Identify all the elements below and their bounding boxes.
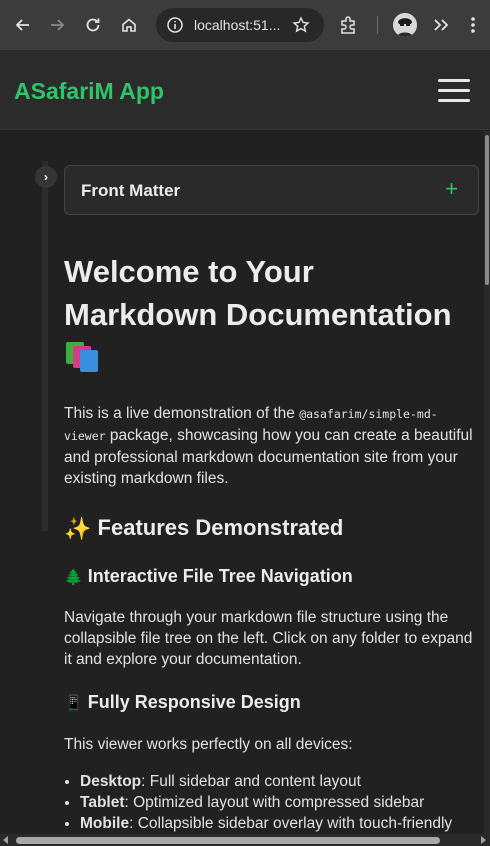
menu-kebab-icon[interactable] bbox=[462, 14, 484, 36]
bookmark-star-icon[interactable] bbox=[292, 16, 310, 34]
extensions-icon[interactable] bbox=[338, 14, 360, 36]
address-bar[interactable]: localhost:51... bbox=[156, 8, 324, 42]
vertical-scrollbar-thumb[interactable] bbox=[485, 135, 489, 285]
mobile-phone-icon: 📱 bbox=[64, 695, 83, 713]
home-icon[interactable] bbox=[112, 8, 146, 42]
scroll-left-arrow-icon[interactable] bbox=[3, 836, 8, 844]
forward-icon[interactable] bbox=[40, 8, 74, 42]
site-info-icon[interactable] bbox=[166, 16, 184, 34]
page-title: Welcome to Your Markdown Documentation bbox=[64, 250, 474, 383]
sidebar-toggle-button[interactable]: › bbox=[35, 166, 57, 188]
scroll-right-arrow-icon[interactable] bbox=[481, 836, 486, 844]
reload-icon[interactable] bbox=[76, 8, 110, 42]
books-emoji-icon bbox=[64, 342, 98, 372]
responsive-paragraph: This viewer works perfectly on all devic… bbox=[64, 736, 353, 754]
more-tools-icon[interactable] bbox=[430, 14, 452, 36]
sparkles-icon: ✨ bbox=[64, 516, 92, 542]
evergreen-tree-icon: 🌲 bbox=[64, 569, 83, 587]
features-heading: ✨ Features Demonstrated bbox=[64, 515, 344, 542]
responsive-heading: 📱 Fully Responsive Design bbox=[64, 692, 301, 713]
profile-avatar[interactable] bbox=[393, 13, 417, 37]
toolbar-divider bbox=[377, 16, 378, 34]
hamburger-menu-icon[interactable] bbox=[438, 79, 470, 103]
app-brand[interactable]: ASafariM App bbox=[14, 78, 164, 105]
sidebar-rail bbox=[42, 161, 48, 531]
back-icon[interactable] bbox=[6, 8, 40, 42]
file-tree-heading: 🌲 Interactive File Tree Navigation bbox=[64, 566, 353, 587]
front-matter-panel[interactable]: Front Matter + bbox=[64, 165, 479, 215]
markdown-body: Welcome to Your Markdown Documentation T… bbox=[64, 250, 474, 834]
list-item: Tablet: Optimized layout with compressed… bbox=[80, 792, 474, 813]
file-tree-paragraph: Navigate through your markdown file stru… bbox=[64, 609, 473, 669]
list-item: Mobile: Collapsible sidebar overlay with… bbox=[80, 813, 474, 834]
intro-paragraph: This is a live demonstration of the @asa… bbox=[64, 405, 473, 487]
device-list: Desktop: Full sidebar and content layout… bbox=[40, 771, 474, 834]
front-matter-label: Front Matter bbox=[81, 181, 181, 200]
list-item: Desktop: Full sidebar and content layout bbox=[80, 771, 474, 792]
expand-plus-icon[interactable]: + bbox=[445, 176, 458, 202]
browser-toolbar: localhost:51... bbox=[0, 0, 490, 50]
url-text: localhost:51... bbox=[194, 17, 281, 33]
app-header: ASafariM App bbox=[0, 50, 490, 130]
horizontal-scrollbar-thumb[interactable] bbox=[16, 837, 440, 844]
content-area: › Front Matter + Welcome to Your Markdow… bbox=[0, 131, 484, 834]
